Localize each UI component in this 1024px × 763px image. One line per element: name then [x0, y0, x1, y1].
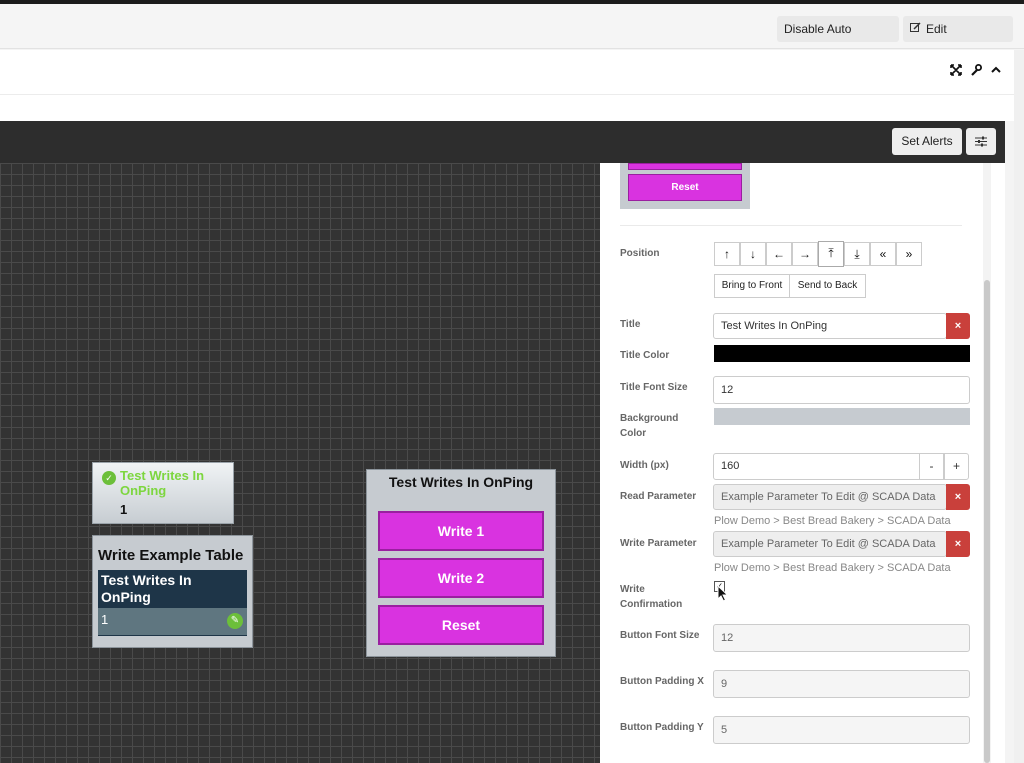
preview-button-partial — [628, 163, 742, 170]
read-parameter-path: Plow Demo > Best Bread Bakery > SCADA Da… — [714, 515, 951, 527]
button-padding-y-input[interactable]: 5 — [713, 716, 970, 744]
button-padding-x-label: Button Padding X — [620, 676, 704, 687]
read-parameter-input[interactable]: Example Parameter To Edit @ SCADA Data — [713, 484, 947, 510]
expand-icon[interactable] — [950, 63, 962, 79]
title-color-swatch[interactable] — [714, 345, 970, 362]
clear-read-parameter-button[interactable]: × — [946, 484, 970, 510]
widget-panel-header — [0, 50, 1014, 95]
check-icon: ✓ — [102, 471, 116, 485]
value-widget-value: 1 — [120, 502, 128, 517]
write-buttons-title: Test Writes In OnPing — [388, 474, 534, 490]
bring-to-front-button[interactable]: Bring to Front — [714, 274, 790, 298]
write-2-button[interactable]: Write 2 — [378, 558, 544, 598]
read-parameter-label: Read Parameter — [620, 491, 697, 502]
move-last-button[interactable]: » — [896, 242, 922, 266]
button-padding-y-label: Button Padding Y — [620, 722, 704, 733]
button-font-size-label: Button Font Size — [620, 630, 700, 641]
clear-title-button[interactable]: × — [946, 313, 970, 339]
title-font-size-label: Title Font Size — [620, 382, 688, 393]
value-widget-title: Test Writes In OnPing — [120, 468, 205, 498]
move-right-button[interactable]: → — [792, 242, 818, 266]
panel-subheader — [0, 95, 1014, 121]
table-row[interactable] — [98, 608, 247, 635]
panel-divider — [620, 225, 962, 226]
write-table-header: Test Writes In OnPing — [101, 572, 192, 605]
write-1-button[interactable]: Write 1 — [378, 511, 544, 551]
editor-toolbar — [0, 121, 1005, 163]
chevron-up-icon[interactable] — [990, 63, 1002, 79]
move-up-button[interactable]: ↑ — [714, 242, 740, 266]
width-decrement-button[interactable]: - — [919, 453, 944, 480]
dashboard-canvas[interactable] — [0, 163, 600, 763]
write-parameter-path: Plow Demo > Best Bread Bakery > SCADA Da… — [714, 562, 951, 574]
settings-button[interactable] — [966, 128, 996, 155]
edit-dashboard-button[interactable]: Edit Dashboard — [903, 16, 1013, 62]
table-row-value: 1 — [101, 612, 109, 627]
set-alerts-label: Set Alerts — [901, 134, 953, 148]
width-increment-button[interactable]: + — [944, 453, 969, 480]
write-confirmation-label: Write Confirmation — [620, 584, 683, 610]
edit-row-icon[interactable]: ✎ — [227, 613, 243, 629]
disable-auto-refresh-button[interactable]: Disable Auto Refresh — [777, 16, 899, 62]
write-parameter-input[interactable]: Example Parameter To Edit @ SCADA Data — [713, 531, 947, 557]
move-top-button[interactable]: ⤒ — [818, 241, 844, 267]
preview-reset-button: Reset — [628, 174, 742, 201]
clear-write-parameter-button[interactable]: × — [946, 531, 970, 557]
width-input[interactable]: 160 — [713, 453, 920, 480]
send-to-back-button[interactable]: Send to Back — [789, 274, 866, 298]
dashboard-topbar: Disable Auto Refresh Edit Dashboard — [0, 4, 1024, 62]
write-parameter-label: Write Parameter — [620, 538, 697, 549]
move-bottom-button[interactable]: ⤓ — [844, 242, 870, 266]
title-input[interactable]: Test Writes In OnPing — [713, 313, 947, 339]
button-font-size-input[interactable]: 12 — [713, 624, 970, 652]
move-first-button[interactable]: « — [870, 242, 896, 266]
sliders-icon — [975, 136, 987, 150]
background-color-label: Background Color — [620, 413, 679, 439]
edit-icon — [910, 16, 921, 42]
panel-scrollbar-thumb[interactable] — [984, 280, 990, 763]
set-alerts-button[interactable]: Set Alerts — [892, 128, 962, 155]
title-label: Title — [620, 319, 641, 330]
write-table-title: Write Example Table — [98, 547, 244, 564]
background-color-swatch[interactable] — [714, 408, 970, 425]
wrench-icon[interactable] — [970, 63, 982, 79]
move-left-button[interactable]: ← — [766, 242, 792, 266]
button-padding-x-input[interactable]: 9 — [713, 670, 970, 698]
width-label: Width (px) — [620, 460, 669, 471]
title-font-size-input[interactable]: 12 — [713, 376, 970, 404]
move-down-button[interactable]: ↓ — [740, 242, 766, 266]
page-right-gutter — [1014, 50, 1024, 763]
mouse-cursor-icon — [717, 584, 729, 605]
title-color-label: Title Color — [620, 350, 670, 361]
position-label: Position — [620, 248, 660, 259]
reset-button[interactable]: Reset — [378, 605, 544, 645]
